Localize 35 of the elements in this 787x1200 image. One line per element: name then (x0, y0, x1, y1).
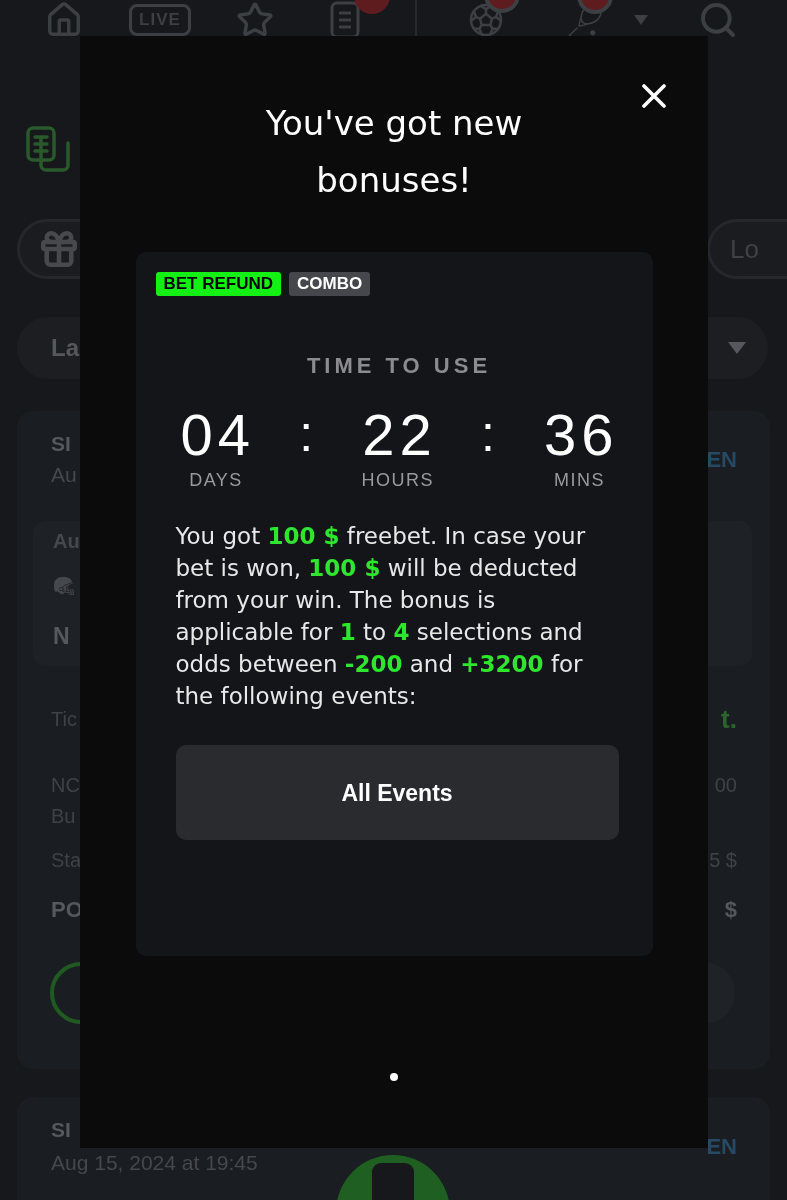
caret-icon[interactable] (634, 15, 648, 25)
brand-logo-text: t. (721, 705, 737, 733)
dropdown-value: La (51, 334, 79, 362)
star-icon[interactable] (236, 1, 274, 39)
bonus-tag: COMBO (289, 272, 371, 296)
document-icon[interactable] (330, 1, 360, 39)
bet-type-text: SI (51, 432, 71, 456)
timer-value: 04 (179, 404, 255, 466)
dialog-title: You've got new bonuses! (264, 102, 524, 202)
timer-separator: : (299, 405, 314, 464)
notification-badge-icon (354, 0, 390, 14)
all-events-button[interactable]: All Events (175, 745, 619, 840)
close-button[interactable] (642, 84, 666, 108)
timer-title: TIME TO USE (305, 353, 493, 379)
notification-badge-icon (484, 0, 520, 13)
status-text: EN (706, 1133, 737, 1160)
floating-action-button[interactable] (336, 1155, 450, 1200)
bet-type-text: SI (51, 1118, 71, 1142)
gift-icon (38, 228, 80, 270)
helmet-icon (53, 575, 75, 597)
row-value: $ (724, 897, 737, 923)
home-icon[interactable] (45, 1, 83, 39)
bonus-description: You got 100 $ freebet. In case your bet is won, 100 $ will be deducted from your win. The bonus is applicable for 1 to 4 selections and odds between -200 and +3200 for the following events: (175, 522, 587, 711)
timer-unit: DAYS (188, 470, 243, 490)
close-icon (642, 84, 666, 108)
timer-unit: MINS (552, 470, 605, 490)
timer-separator: : (480, 405, 495, 464)
caret-icon (728, 342, 746, 354)
bonus-tag: BET REFUND (155, 272, 282, 296)
notification-badge-icon (577, 0, 613, 14)
status-text: EN (706, 446, 737, 473)
copy-document-icon[interactable] (25, 125, 71, 173)
timer-value: 22 (361, 404, 437, 466)
timer-value: 36 (542, 404, 619, 466)
timer-unit: HOURS (360, 470, 434, 490)
